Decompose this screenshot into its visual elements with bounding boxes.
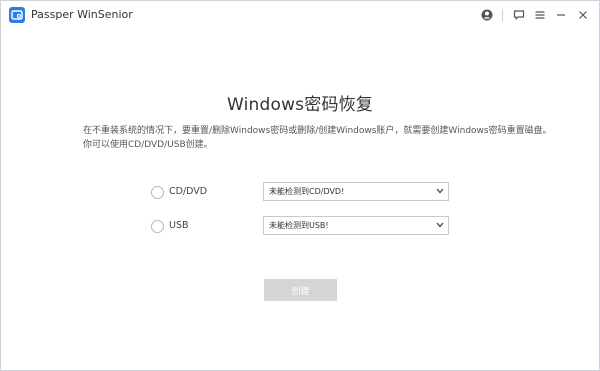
cd-dvd-select-value: 未能检测到CD/DVD!: [269, 187, 345, 196]
cd-dvd-select[interactable]: 未能检测到CD/DVD!: [263, 182, 449, 201]
menu-icon: [535, 11, 545, 19]
chevron-down-icon: [436, 222, 444, 228]
usb-select[interactable]: 未能检测到USB!: [263, 216, 449, 235]
close-icon: [579, 11, 587, 19]
app-logo-icon: [9, 7, 25, 23]
minimize-button[interactable]: [551, 5, 571, 25]
app-title: Passper WinSenior: [31, 8, 133, 21]
usb-select-value: 未能检测到USB!: [269, 221, 329, 230]
menu-button[interactable]: [530, 5, 550, 25]
app-window: Passper WinSenior Windows密码恢复 在不重装系统的情况下…: [0, 0, 600, 371]
usb-label: USB: [169, 220, 189, 231]
feedback-button[interactable]: [509, 5, 529, 25]
page-title: Windows密码恢复: [226, 95, 374, 115]
usb-radio[interactable]: [151, 220, 164, 233]
description: 在不重装系统的情况下，要重置/删除Windows密码或删除/创建Windows账…: [83, 124, 553, 152]
description-line-2: 你可以使用CD/DVD/USB创建。: [83, 140, 213, 150]
feedback-icon: [513, 10, 525, 20]
cd-dvd-label: CD/DVD: [169, 186, 208, 197]
chevron-down-icon: [436, 188, 444, 194]
create-button[interactable]: 创建: [264, 279, 337, 301]
minimize-icon: [557, 14, 565, 16]
account-icon: [481, 9, 493, 21]
description-line-1: 在不重装系统的情况下，要重置/删除Windows密码或删除/创建Windows账…: [83, 126, 552, 136]
cd-dvd-radio[interactable]: [151, 186, 164, 199]
close-button[interactable]: [573, 5, 593, 25]
title-bar-divider: [502, 9, 503, 22]
title-bar: Passper WinSenior: [1, 1, 599, 29]
account-button[interactable]: [477, 5, 497, 25]
